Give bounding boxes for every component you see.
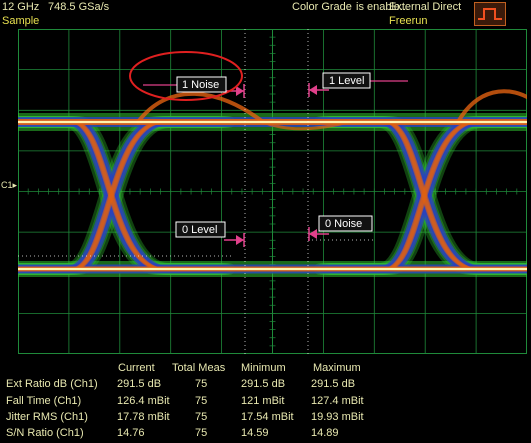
one-level-label: 1 Level [329, 75, 364, 87]
one-noise-marker: 1 Noise [176, 76, 227, 93]
one-level-arrow-head [309, 85, 317, 95]
zero-noise-marker: 0 Noise [318, 215, 373, 232]
one-noise-arrow-head [236, 86, 244, 96]
measurement-maximum: 14.89 [311, 427, 339, 439]
measurement-current: 291.5 dB [117, 378, 162, 390]
zero-level-arrow-head [236, 235, 244, 245]
measurement-row[interactable]: Ext Ratio dB (Ch1) 291.5 dB 75 291.5 dB … [0, 378, 531, 394]
column-current: Current [118, 362, 155, 374]
one-level-marker: 1 Level [322, 72, 371, 89]
measurement-maximum: 127.4 mBit [311, 395, 364, 407]
measurement-total: 75 [195, 378, 208, 390]
channel-marker[interactable]: C1▸ [1, 180, 17, 191]
acquisition-mode-label[interactable]: Sample [2, 15, 39, 27]
zero-noise-label: 0 Noise [325, 218, 362, 230]
measurement-name: S/N Ratio (Ch1) [6, 427, 84, 439]
pulse-icon [478, 8, 502, 20]
measurement-total: 75 [195, 411, 208, 423]
graticule [17, 28, 528, 355]
one-noise-label: 1 Noise [182, 79, 219, 91]
measurement-maximum: 291.5 dB [311, 378, 356, 390]
measurement-current: 17.78 mBit [117, 411, 170, 423]
measurement-header-row: Current Total Meas Minimum Maximum [0, 362, 531, 378]
measurement-name: Ext Ratio dB (Ch1) [6, 378, 98, 390]
measurement-minimum: 291.5 dB [241, 378, 286, 390]
eye-transition-rising [326, 118, 531, 273]
column-minimum: Minimum [241, 362, 286, 374]
measurement-name: Fall Time (Ch1) [6, 395, 82, 407]
measurement-minimum: 121 mBit [241, 395, 285, 407]
measurement-total: 75 [195, 427, 208, 439]
column-total-meas: Total Meas [172, 362, 226, 374]
display-mode-label[interactable]: Color Grade [292, 1, 352, 13]
eye-diagram: 1 Noise 1 Level 0 Level 0 Noise [1, 28, 531, 355]
measurement-row[interactable]: Jitter RMS (Ch1) 17.78 mBit 75 17.54 mBi… [0, 411, 531, 427]
trigger-source-label[interactable]: External Direct [389, 1, 461, 13]
sample-rate-label: 748.5 GSa/s [48, 1, 110, 13]
eye-transition-rising [326, 120, 531, 271]
measurement-minimum: 14.59 [241, 427, 269, 439]
waveform-display[interactable]: 1 Noise 1 Level 0 Level 0 Noise [1, 28, 531, 355]
measurement-current: 14.76 [117, 427, 145, 439]
measurement-current: 126.4 mBit [117, 395, 170, 407]
measurement-row[interactable]: Fall Time (Ch1) 126.4 mBit 75 121 mBit 1… [0, 395, 531, 411]
run-status-icon[interactable] [474, 2, 506, 26]
channel-marker-label: C1 [1, 180, 13, 190]
measurement-minimum: 17.54 mBit [241, 411, 294, 423]
measurement-maximum: 19.93 mBit [311, 411, 364, 423]
zero-level-marker: 0 Level [175, 221, 226, 238]
bandwidth-label: 12 GHz [2, 1, 40, 13]
trigger-mode-label[interactable]: Freerun [389, 15, 428, 27]
zero-noise-arrow-head [309, 229, 317, 239]
measurement-name: Jitter RMS (Ch1) [6, 411, 88, 423]
measurement-total: 75 [195, 395, 208, 407]
zero-level-label: 0 Level [182, 224, 217, 236]
column-maximum: Maximum [313, 362, 361, 374]
